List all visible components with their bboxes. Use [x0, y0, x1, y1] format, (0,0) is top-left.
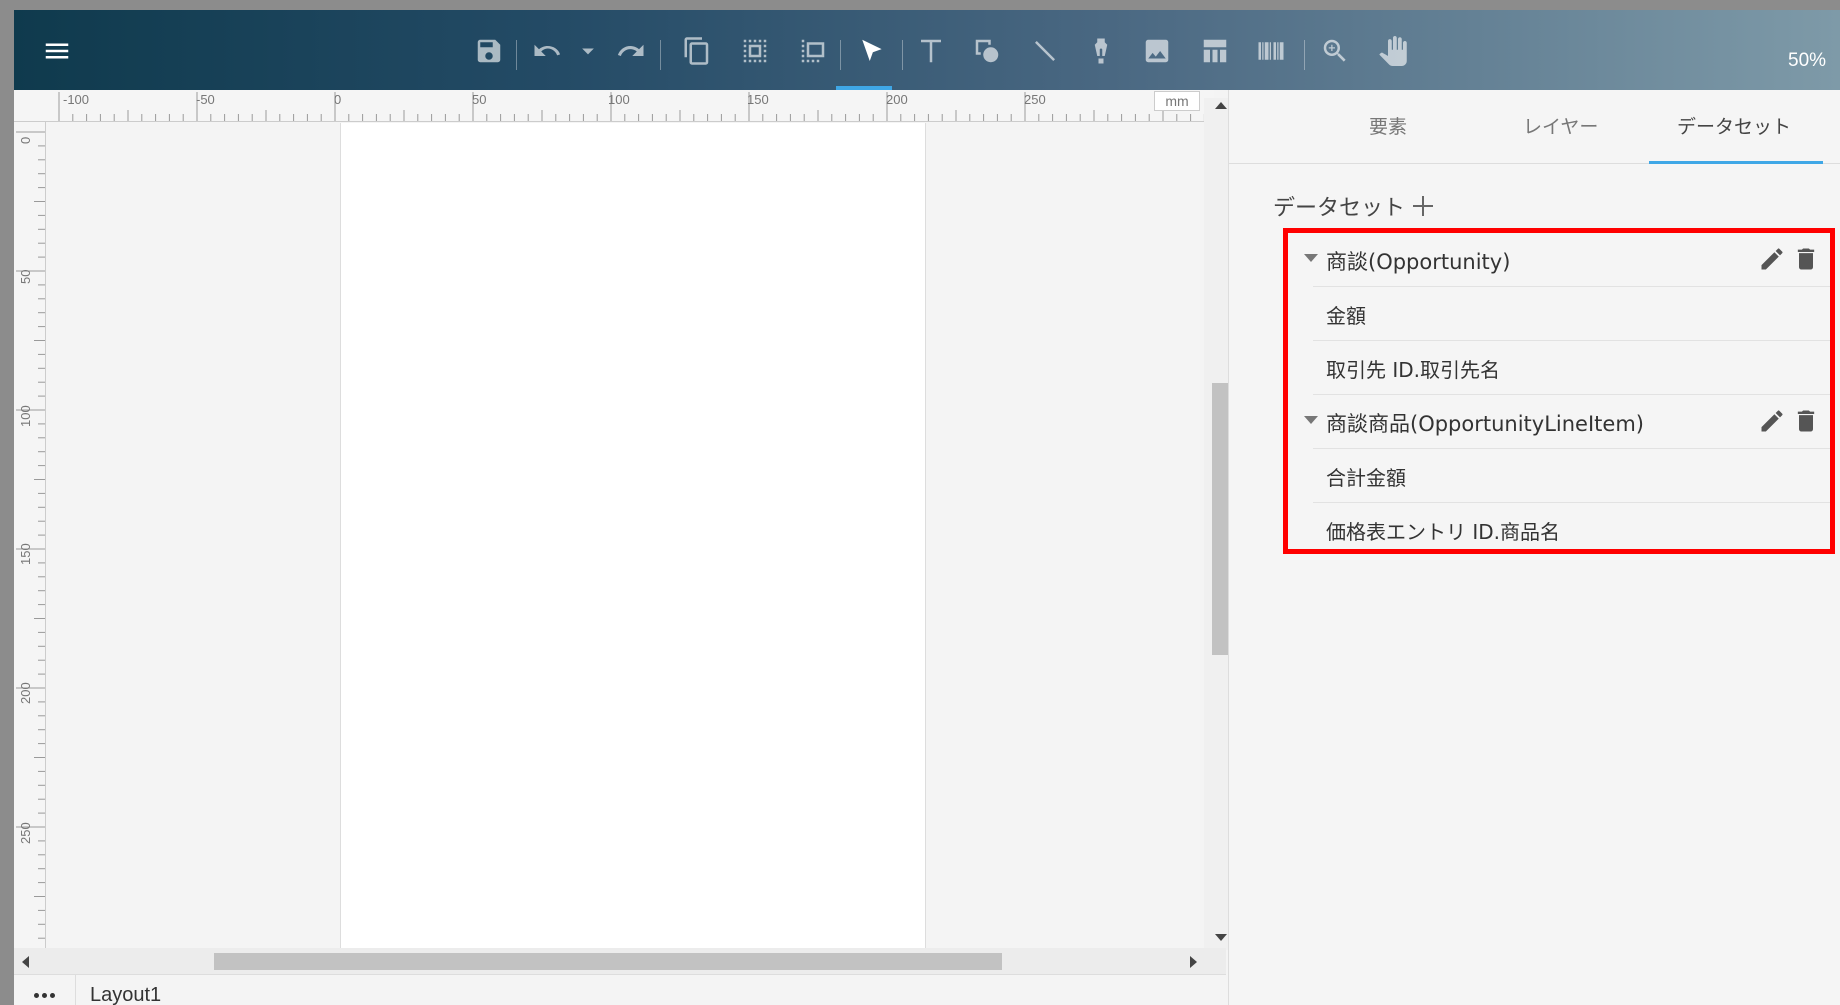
table-tool-icon[interactable] [1196, 32, 1234, 70]
dataset-header-label: データセット [1273, 196, 1406, 221]
layout-footer: Layout1 [14, 974, 1226, 1005]
ruler-label: 150 [18, 543, 33, 565]
scroll-up-arrow[interactable] [1215, 102, 1227, 109]
pen-tool-icon[interactable] [1082, 32, 1120, 70]
ruler-label: 50 [18, 269, 33, 284]
collapse-caret-icon[interactable] [1304, 254, 1318, 262]
ruler-label: 250 [18, 822, 33, 844]
scroll-left-arrow[interactable] [22, 956, 29, 968]
more-options-icon[interactable] [24, 981, 64, 1005]
ruler-label: 0 [334, 92, 342, 107]
tab-layers[interactable]: レイヤー [1523, 112, 1598, 139]
report-page[interactable] [340, 123, 926, 951]
dataset-item[interactable]: 商談商品(OpportunityLineItem) [1288, 395, 1830, 449]
image-tool-icon[interactable] [1138, 32, 1176, 70]
ruler-label: 100 [608, 92, 630, 107]
dataset-field[interactable]: 価格表エントリ ID.商品名 [1288, 503, 1830, 557]
dataset-list: 商談(Opportunity) 金額 取引先 ID.取引先名 商談商品(Oppo… [1283, 228, 1835, 554]
horizontal-scrollbar[interactable] [14, 948, 1226, 974]
dataset-name: 商談商品(OpportunityLineItem) [1326, 412, 1644, 436]
ruler-label: 50 [472, 92, 487, 107]
undo-icon[interactable] [528, 32, 566, 70]
ruler-label: 0 [18, 136, 33, 144]
dataset-name: 商談(Opportunity) [1326, 250, 1511, 274]
side-panel: 要素 レイヤー データセット データセット 商談(Opportunity) 金額… [1228, 90, 1840, 1005]
zoom-level[interactable]: 50% [1788, 50, 1826, 72]
horizontal-ruler: -100 -50 0 50 100 150 200 250 [14, 90, 1214, 122]
report-designer-app: 50% -100 -50 0 50 100 150 200 250 mm 0 5… [14, 10, 1840, 1005]
active-tab-indicator [1649, 161, 1823, 164]
ruler-label: -50 [196, 92, 215, 107]
save-icon[interactable] [470, 32, 508, 70]
design-canvas[interactable] [47, 123, 1217, 951]
dataset-field[interactable]: 合計金額 [1288, 449, 1830, 503]
horizontal-scroll-thumb[interactable] [214, 953, 1002, 970]
collapse-caret-icon[interactable] [1304, 416, 1318, 424]
hand-tool-icon[interactable] [1374, 32, 1412, 70]
ruler-unit-selector[interactable]: mm [1154, 91, 1200, 111]
dataset-field[interactable]: 取引先 ID.取引先名 [1288, 341, 1830, 395]
edit-icon[interactable] [1758, 407, 1786, 435]
copy-icon[interactable] [678, 32, 716, 70]
ruler-label: 150 [747, 92, 769, 107]
field-label: 合計金額 [1326, 466, 1406, 490]
ruler-label: 100 [18, 405, 33, 427]
line-tool-icon[interactable] [1026, 32, 1064, 70]
delete-icon[interactable] [1792, 245, 1820, 273]
vertical-ruler: 0 50 100 150 200 250 [14, 122, 46, 952]
ruler-label: -100 [63, 92, 90, 107]
group-icon[interactable] [794, 32, 832, 70]
pointer-icon[interactable] [852, 32, 890, 70]
dataset-field[interactable]: 金額 [1288, 287, 1830, 341]
ruler-label: 250 [1024, 92, 1046, 107]
add-dataset-icon[interactable] [1411, 194, 1435, 218]
redo-icon[interactable] [612, 32, 650, 70]
field-label: 価格表エントリ ID.商品名 [1326, 520, 1561, 544]
ruler-label: 200 [18, 682, 33, 704]
edit-icon[interactable] [1758, 245, 1786, 273]
delete-icon[interactable] [1792, 407, 1820, 435]
text-tool-icon[interactable] [912, 32, 950, 70]
dataset-item[interactable]: 商談(Opportunity) [1288, 233, 1830, 287]
panel-tabs: 要素 レイヤー データセット [1229, 90, 1840, 164]
barcode-tool-icon[interactable] [1252, 32, 1290, 70]
menu-icon[interactable] [38, 32, 76, 70]
zoom-icon[interactable] [1316, 32, 1354, 70]
scroll-right-arrow[interactable] [1190, 956, 1197, 968]
scroll-down-arrow[interactable] [1215, 934, 1227, 941]
field-label: 金額 [1326, 304, 1366, 328]
toolbar: 50% [14, 10, 1840, 90]
field-label: 取引先 ID.取引先名 [1326, 358, 1501, 382]
layout-tab[interactable]: Layout1 [90, 984, 161, 1005]
select-area-icon[interactable] [736, 32, 774, 70]
undo-history-dropdown-icon[interactable] [578, 32, 598, 70]
shape-tool-icon[interactable] [968, 32, 1006, 70]
tab-elements[interactable]: 要素 [1369, 112, 1407, 139]
dataset-header: データセット [1273, 190, 1435, 222]
tab-datasets[interactable]: データセット [1677, 112, 1791, 139]
ruler-label: 200 [886, 92, 908, 107]
